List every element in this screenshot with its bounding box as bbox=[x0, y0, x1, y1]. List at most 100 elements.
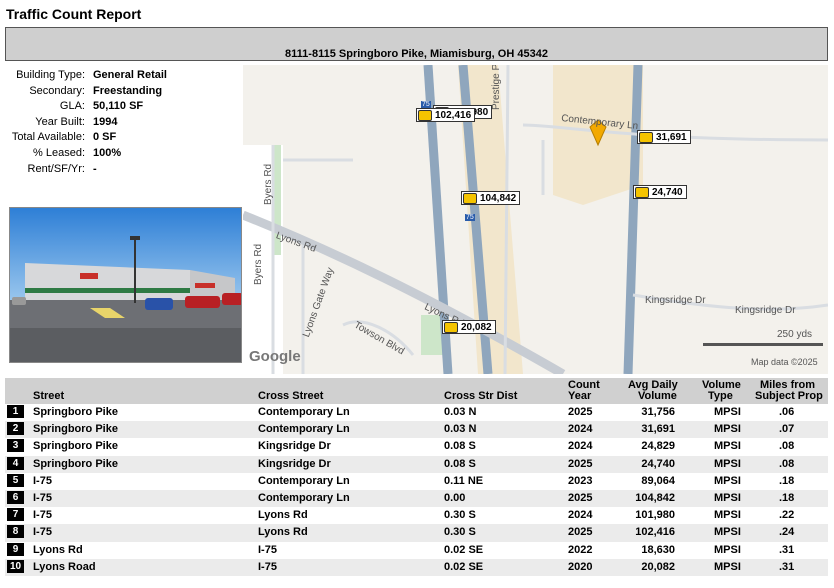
cross-dist-cell: 0.02 SE bbox=[444, 543, 484, 556]
cross-dist-cell: 0.03 N bbox=[444, 406, 477, 418]
property-address: 8111-8115 Springboro Pike, Miamisburg, O… bbox=[285, 48, 548, 60]
info-value: 50,110 SF bbox=[93, 100, 144, 113]
year-cell: 2022 bbox=[568, 543, 593, 556]
row-number: 9 bbox=[7, 542, 24, 556]
street-cell: Springboro Pike bbox=[33, 440, 118, 453]
street-cell: I-75 bbox=[33, 509, 52, 522]
map-scale: 250 yds bbox=[777, 329, 813, 340]
i75-shield-icon: 75 bbox=[465, 214, 475, 221]
street-cell: Springboro Pike bbox=[33, 457, 118, 470]
map-canvas bbox=[243, 65, 828, 374]
marker-count: 31,691 bbox=[656, 132, 687, 143]
row-number: 10 bbox=[7, 559, 24, 573]
cross-dist-cell: 0.30 S bbox=[444, 509, 476, 522]
type-cell: MPSI bbox=[714, 526, 741, 539]
traffic-marker[interactable]: 102,416 bbox=[416, 108, 476, 122]
cross-street-cell: Contemporary Ln bbox=[258, 423, 350, 436]
year-cell: 2024 bbox=[568, 509, 593, 522]
miles-cell: .08 bbox=[779, 440, 795, 453]
row-number: 4 bbox=[7, 456, 24, 470]
col-street: Street bbox=[33, 390, 65, 402]
year-cell: 2023 bbox=[568, 474, 593, 487]
marker-count: 24,740 bbox=[652, 187, 683, 198]
cross-dist-cell: 0.02 SE bbox=[444, 560, 484, 573]
miles-cell: .31 bbox=[779, 543, 795, 556]
traffic-marker[interactable]: 31,691 bbox=[637, 130, 691, 144]
miles-cell: .07 bbox=[779, 423, 795, 436]
col-year: Year bbox=[568, 390, 592, 402]
cross-street-cell: Kingsridge Dr bbox=[258, 457, 331, 470]
year-cell: 2020 bbox=[568, 560, 593, 573]
miles-cell: .31 bbox=[779, 560, 795, 573]
miles-cell: .06 bbox=[779, 406, 795, 418]
traffic-table: 1 Springboro Pike Contemporary Ln 0.03 N 202… bbox=[5, 404, 828, 576]
row-number: 2 bbox=[7, 422, 24, 436]
info-label: Building Type: bbox=[16, 69, 85, 81]
info-label: Total Available: bbox=[11, 131, 85, 144]
car-icon bbox=[463, 193, 477, 204]
volume-cell: 18,630 bbox=[641, 543, 675, 556]
property-photo-image bbox=[10, 208, 241, 362]
street-cell: Springboro Pike bbox=[33, 406, 118, 418]
type-cell: MPSI bbox=[714, 474, 741, 487]
map-label-kingsridge: Kingsridge Dr bbox=[645, 295, 706, 306]
map-label-kingsridge-2: Kingsridge Dr bbox=[735, 305, 796, 316]
traffic-marker[interactable]: 20,082 bbox=[442, 320, 496, 334]
street-cell: Springboro Pike bbox=[33, 423, 118, 436]
info-row: Year Built: 1994 bbox=[4, 115, 167, 131]
car-icon bbox=[639, 132, 653, 143]
cross-dist-cell: 0.08 S bbox=[444, 440, 476, 453]
volume-cell: 31,691 bbox=[641, 423, 675, 436]
info-label: GLA: bbox=[59, 100, 85, 113]
report-title: Traffic Count Report bbox=[6, 6, 142, 22]
car-icon bbox=[444, 322, 458, 333]
miles-cell: .08 bbox=[779, 457, 795, 470]
property-photo bbox=[9, 207, 242, 363]
info-label: % Leased: bbox=[33, 146, 85, 159]
type-cell: MPSI bbox=[714, 543, 741, 556]
property-info: Building Type: General Retail Secondary: F… bbox=[4, 68, 167, 177]
row-number: 8 bbox=[7, 525, 24, 539]
table-row: 7 I-75 Lyons Rd 0.30 S 2024 101,980 MPSI .22 bbox=[5, 507, 828, 524]
table-row: 9 Lyons Rd I-75 0.02 SE 2022 18,630 MPSI .31 bbox=[5, 542, 828, 559]
car-icon bbox=[635, 187, 649, 198]
info-row: Total Available: 0 SF bbox=[4, 130, 167, 146]
volume-cell: 102,416 bbox=[635, 526, 675, 539]
table-row: 5 I-75 Contemporary Ln 0.11 NE 2023 89,064 MPS… bbox=[5, 473, 828, 490]
info-label: Rent/SF/Yr: bbox=[27, 162, 85, 175]
address-header: 8111-8115 Springboro Pike, Miamisburg, O… bbox=[5, 27, 828, 61]
info-row: Secondary: Freestanding bbox=[4, 84, 167, 100]
volume-cell: 24,740 bbox=[641, 457, 675, 470]
traffic-map[interactable]: Contemporary Ln Prestige Pl Byers Rd Bye… bbox=[243, 65, 828, 374]
cross-street-cell: I-75 bbox=[258, 560, 277, 573]
cross-dist-cell: 0.03 N bbox=[444, 423, 477, 436]
traffic-marker[interactable]: 24,740 bbox=[633, 185, 687, 199]
volume-cell: 89,064 bbox=[641, 474, 675, 487]
year-cell: 2024 bbox=[568, 423, 593, 436]
table-row: 8 I-75 Lyons Rd 0.30 S 2025 102,416 MPSI .24 bbox=[5, 524, 828, 542]
year-cell: 2025 bbox=[568, 491, 593, 504]
type-cell: MPSI bbox=[714, 423, 741, 436]
cross-street-cell: Lyons Rd bbox=[258, 509, 308, 522]
year-cell: 2024 bbox=[568, 440, 593, 453]
map-label-prestige: Prestige Pl bbox=[491, 65, 502, 110]
cross-street-cell: I-75 bbox=[258, 543, 277, 556]
type-cell: MPSI bbox=[714, 560, 741, 573]
map-label-byers: Byers Rd bbox=[253, 243, 264, 285]
row-number: 7 bbox=[7, 508, 24, 522]
col-type: Type bbox=[708, 390, 733, 402]
map-label-byers: Byers Rd bbox=[263, 163, 274, 205]
table-row: 4 Springboro Pike Kingsridge Dr 0.08 S 2025 2… bbox=[5, 455, 828, 473]
info-value: General Retail bbox=[93, 69, 167, 81]
cross-dist-cell: 0.08 S bbox=[444, 457, 476, 470]
miles-cell: .18 bbox=[779, 491, 795, 504]
info-value: - bbox=[93, 162, 97, 175]
col-cross-dist: Cross Str Dist bbox=[444, 390, 518, 402]
table-row: 6 I-75 Contemporary Ln 0.00 2025 104,842 MPSI.… bbox=[5, 489, 828, 508]
table-header: Street Cross Street Cross Str Dist Count… bbox=[5, 378, 828, 404]
type-cell: MPSI bbox=[714, 440, 741, 453]
traffic-marker[interactable]: 104,842 bbox=[461, 191, 521, 205]
cross-street-cell: Kingsridge Dr bbox=[258, 440, 331, 453]
type-cell: MPSI bbox=[714, 491, 741, 504]
cross-street-cell: Lyons Rd bbox=[258, 526, 308, 539]
